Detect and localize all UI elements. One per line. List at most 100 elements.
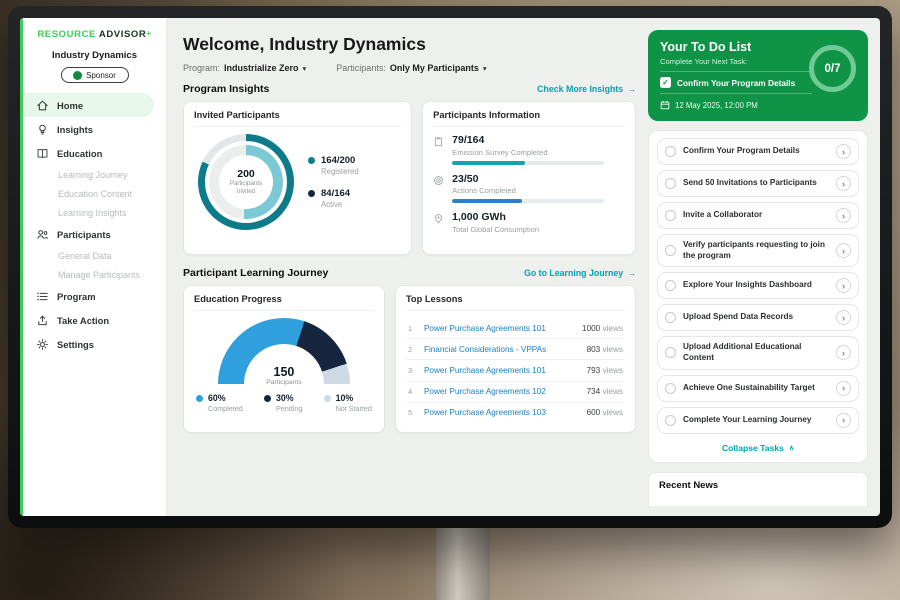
task-row-confirm-program[interactable]: Confirm Your Program Details › — [657, 138, 859, 165]
nav-label: Participants — [57, 229, 111, 240]
sidebar-item-participants[interactable]: Participants — [23, 222, 166, 246]
todo-progress-ring: 0/7 — [809, 45, 856, 92]
legend-dot — [264, 395, 271, 402]
sponsor-badge[interactable]: Sponsor — [61, 67, 129, 83]
learning-journey-header: Participant Learning Journey Go to Learn… — [183, 267, 636, 279]
next-task-label: Confirm Your Program Details — [677, 78, 795, 88]
lesson-link[interactable]: Power Purchase Agreements 101 — [424, 324, 546, 333]
task-row-upload-spend-data[interactable]: Upload Spend Data Records › — [657, 304, 859, 331]
lesson-link[interactable]: Power Purchase Agreements 102 — [424, 387, 546, 396]
due-date: 12 May 2025, 12:00 PM — [675, 101, 758, 110]
task-chevron-icon[interactable]: › — [836, 144, 851, 159]
lesson-link[interactable]: Power Purchase Agreements 103 — [424, 408, 546, 417]
logo-plus: + — [146, 29, 151, 38]
lesson-link[interactable]: Financial Considerations - VPPAs — [424, 345, 546, 354]
checkbox-checked-icon: ✓ — [660, 77, 671, 88]
legend-dot — [308, 157, 315, 164]
task-chevron-icon[interactable]: › — [836, 413, 851, 428]
main-content: Welcome, Industry Dynamics Program: Indu… — [167, 18, 648, 516]
task-checkbox[interactable] — [665, 146, 676, 157]
todo-list-card: Confirm Your Program Details › Send 50 I… — [648, 130, 868, 463]
nav-label: Manage Participants — [58, 270, 140, 280]
go-to-learning-journey-link[interactable]: Go to Learning Journey → — [524, 268, 636, 278]
check-more-insights-link[interactable]: Check More Insights → — [537, 84, 636, 94]
nav-label: General Data — [58, 251, 112, 261]
arrow-right-icon: → — [627, 84, 636, 94]
task-checkbox[interactable] — [665, 210, 676, 221]
todo-panel: Your To Do List Complete Your Next Task:… — [648, 18, 880, 516]
donut-center-value: 200 — [237, 168, 255, 180]
next-task-row[interactable]: ✓ Confirm Your Program Details — [660, 71, 812, 94]
nav-label: Program — [57, 291, 96, 302]
sidebar-item-manage-participants[interactable]: Manage Participants — [23, 265, 166, 284]
logo-resource: RESOURCE — [37, 29, 96, 40]
todo-progress-value: 0/7 — [825, 63, 841, 75]
list-icon — [36, 290, 49, 303]
collapse-tasks-button[interactable]: Collapse Tasks ∧ — [657, 439, 859, 459]
scene: RESOURCE ADVISOR+ Industry Dynamics Spon… — [0, 0, 900, 600]
task-checkbox[interactable] — [665, 178, 676, 189]
task-chevron-icon[interactable]: › — [836, 176, 851, 191]
stat-global-consumption: 1,000 GWh Total Global Consumption — [433, 211, 625, 238]
invited-donut-chart: 200 Participants Invited — [198, 134, 294, 230]
sidebar-item-settings[interactable]: Settings — [23, 332, 166, 356]
task-chevron-icon[interactable]: › — [836, 208, 851, 223]
education-progress-card: Education Progress 150 Participants — [183, 285, 385, 433]
legend-item: 60% Completed — [196, 393, 243, 413]
sidebar-item-take-action[interactable]: Take Action — [23, 308, 166, 332]
donut-legend: 164/200 Registered 84/164 Active — [308, 155, 359, 209]
task-checkbox[interactable] — [665, 280, 676, 291]
task-row-explore-insights[interactable]: Explore Your Insights Dashboard › — [657, 272, 859, 299]
calendar-icon — [660, 100, 670, 110]
legend-item: 30% Pending — [264, 393, 302, 413]
donut-center-label: Participants Invited — [224, 180, 268, 196]
task-row-invite-collaborator[interactable]: Invite a Collaborator › — [657, 202, 859, 229]
task-chevron-icon[interactable]: › — [836, 243, 851, 258]
lesson-row: 2 Financial Considerations - VPPAs 803 v… — [406, 339, 625, 360]
page-title: Welcome, Industry Dynamics — [183, 34, 636, 55]
progress-fill — [452, 161, 525, 165]
progress-track — [452, 199, 604, 203]
sidebar-item-education[interactable]: Education — [23, 141, 166, 165]
sidebar-item-learning-journey[interactable]: Learning Journey — [23, 165, 166, 184]
lesson-link[interactable]: Power Purchase Agreements 101 — [424, 366, 546, 375]
sponsor-icon — [73, 71, 82, 80]
sidebar-item-education-content[interactable]: Education Content — [23, 184, 166, 203]
nav-label: Education Content — [58, 189, 132, 199]
monitor: RESOURCE ADVISOR+ Industry Dynamics Spon… — [8, 6, 892, 528]
sidebar-item-program[interactable]: Program — [23, 284, 166, 308]
task-checkbox[interactable] — [665, 312, 676, 323]
sidebar-item-learning-insights[interactable]: Learning Insights — [23, 203, 166, 222]
task-checkbox[interactable] — [665, 415, 676, 426]
stat-actions-completed: 23/50 Actions Completed — [433, 173, 625, 204]
nav-label: Home — [57, 100, 83, 111]
task-checkbox[interactable] — [665, 245, 676, 256]
task-chevron-icon[interactable]: › — [836, 381, 851, 396]
task-checkbox[interactable] — [665, 347, 676, 358]
legend-dot — [324, 395, 331, 402]
filter-value: Only My Participants — [390, 63, 479, 73]
task-row-upload-educational-content[interactable]: Upload Additional Educational Content › — [657, 336, 859, 369]
filter-value: Industrialize Zero — [224, 63, 299, 73]
logo-advisor: ADVISOR — [99, 29, 146, 40]
nav-label: Settings — [57, 339, 94, 350]
location-pin-icon — [433, 213, 444, 224]
dashboard: RESOURCE ADVISOR+ Industry Dynamics Spon… — [20, 18, 880, 516]
task-checkbox[interactable] — [665, 383, 676, 394]
task-row-complete-learning-journey[interactable]: Complete Your Learning Journey › — [657, 407, 859, 434]
task-chevron-icon[interactable]: › — [836, 345, 851, 360]
task-row-achieve-sustainability-target[interactable]: Achieve One Sustainability Target › — [657, 375, 859, 402]
task-row-send-invitations[interactable]: Send 50 Invitations to Participants › — [657, 170, 859, 197]
task-chevron-icon[interactable]: › — [836, 310, 851, 325]
card-title: Top Lessons — [406, 294, 625, 311]
task-row-verify-participants[interactable]: Verify participants requesting to join t… — [657, 234, 859, 267]
sidebar-item-home[interactable]: Home — [23, 93, 154, 117]
legend-dot — [308, 190, 315, 197]
program-filter[interactable]: Program: Industrialize Zero ▾ — [183, 63, 306, 73]
sidebar-item-general-data[interactable]: General Data — [23, 246, 166, 265]
app-logo: RESOURCE ADVISOR+ — [23, 29, 166, 40]
sidebar-item-insights[interactable]: Insights — [23, 117, 166, 141]
participants-filter[interactable]: Participants: Only My Participants ▾ — [336, 63, 486, 73]
task-chevron-icon[interactable]: › — [836, 278, 851, 293]
stat-emission-survey: 79/164 Emission Survey Completed — [433, 134, 625, 165]
